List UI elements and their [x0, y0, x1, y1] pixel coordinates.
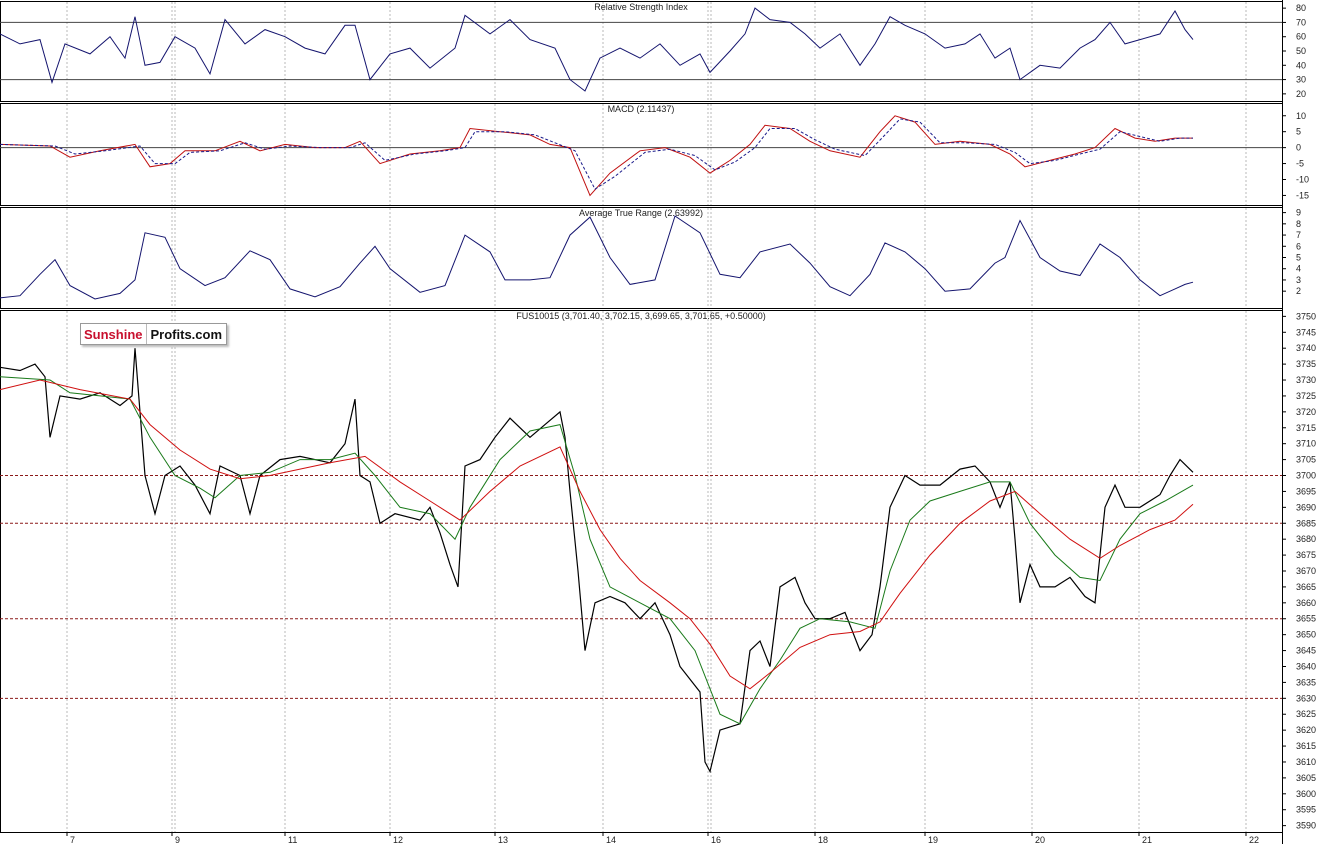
- panel-title-0: Relative Strength Index: [594, 2, 688, 12]
- y-tick-label: 3670: [1296, 566, 1316, 576]
- panel-frame-3: [0, 310, 1283, 833]
- y-tick-label: 3: [1296, 275, 1301, 285]
- x-tick-label: 12: [393, 835, 403, 844]
- y-tick-label: 60: [1296, 32, 1306, 42]
- y-tick-label: 3715: [1296, 423, 1316, 433]
- y-tick-label: 3675: [1296, 550, 1316, 560]
- x-tick-label: 9: [175, 835, 180, 844]
- y-tick-label: -15: [1296, 190, 1309, 200]
- y-tick-label: 30: [1296, 75, 1306, 85]
- y-tick-label: 3740: [1296, 343, 1316, 353]
- y-tick-label: 3635: [1296, 677, 1316, 687]
- logo-part-profits: Profits.com: [145, 324, 227, 344]
- panel-title-2: Average True Range (2.63992): [579, 208, 703, 218]
- y-tick-label: -5: [1296, 159, 1304, 169]
- y-tick-label: 10: [1296, 111, 1306, 121]
- x-tick-label: 13: [498, 835, 508, 844]
- y-tick-label: 3600: [1296, 789, 1316, 799]
- y-tick-label: 3680: [1296, 534, 1316, 544]
- y-tick-label: 3735: [1296, 359, 1316, 369]
- y-tick-label: 80: [1296, 3, 1306, 13]
- y-tick-label: 3705: [1296, 455, 1316, 465]
- y-tick-label: -10: [1296, 175, 1309, 185]
- panel-frame-2: [0, 207, 1283, 309]
- y-tick-label: 4: [1296, 264, 1301, 274]
- y-tick-label: 3665: [1296, 582, 1316, 592]
- y-tick-label: 50: [1296, 46, 1306, 56]
- y-tick-label: 3745: [1296, 327, 1316, 337]
- y-tick-label: 3690: [1296, 502, 1316, 512]
- y-tick-label: 70: [1296, 17, 1306, 27]
- y-tick-label: 3605: [1296, 773, 1316, 783]
- y-tick-label: 3620: [1296, 725, 1316, 735]
- y-tick-label: 6: [1296, 241, 1301, 251]
- y-tick-label: 3695: [1296, 486, 1316, 496]
- x-tick-label: 14: [606, 835, 616, 844]
- y-tick-label: 3640: [1296, 661, 1316, 671]
- x-tick-label: 22: [1249, 835, 1259, 844]
- x-tick-label: 16: [711, 835, 721, 844]
- y-tick-label: 3590: [1296, 821, 1316, 831]
- y-tick-label: 3625: [1296, 709, 1316, 719]
- y-tick-label: 3615: [1296, 741, 1316, 751]
- chart-svg: 203040506070801050-5-10-1598765432375037…: [0, 0, 1316, 845]
- logo-part-sunshine: Sunshine: [84, 327, 143, 342]
- panel-frame-1: [0, 103, 1283, 206]
- y-tick-label: 3685: [1296, 518, 1316, 528]
- y-tick-label: 3595: [1296, 805, 1316, 815]
- y-tick-label: 3710: [1296, 439, 1316, 449]
- y-tick-label: 5: [1296, 253, 1301, 263]
- y-tick-label: 8: [1296, 219, 1301, 229]
- y-tick-label: 20: [1296, 89, 1306, 99]
- logo: Sunshine Profits.com: [80, 323, 227, 345]
- y-tick-label: 3730: [1296, 375, 1316, 385]
- y-tick-label: 3655: [1296, 614, 1316, 624]
- x-tick-label: 19: [928, 835, 938, 844]
- y-tick-label: 3650: [1296, 630, 1316, 640]
- y-tick-label: 3750: [1296, 311, 1316, 321]
- y-tick-label: 9: [1296, 208, 1301, 218]
- y-tick-label: 3645: [1296, 646, 1316, 656]
- x-tick-label: 20: [1035, 835, 1045, 844]
- panel-title-1: MACD (2.11437): [608, 104, 675, 114]
- y-tick-label: 3610: [1296, 757, 1316, 767]
- y-tick-label: 3720: [1296, 407, 1316, 417]
- y-tick-label: 3725: [1296, 391, 1316, 401]
- y-tick-label: 5: [1296, 127, 1301, 137]
- y-tick-label: 3660: [1296, 598, 1316, 608]
- chart-area: 20 30 40 50 60 70 80 10 5 0 -5 -10 -15 9 8 7 6 5 4 3 2 3750 37…: [0, 0, 1320, 845]
- panel-title-3: FUS10015 (3,701.40, 3,702.15, 3,699.65, …: [516, 311, 765, 321]
- x-tick-label: 21: [1142, 835, 1152, 844]
- y-tick-label: 0: [1296, 143, 1301, 153]
- y-tick-label: 3700: [1296, 471, 1316, 481]
- panel-frame-0: [0, 1, 1283, 102]
- x-tick-label: 7: [70, 835, 75, 844]
- y-tick-label: 40: [1296, 60, 1306, 70]
- x-tick-label: 11: [288, 835, 297, 844]
- y-tick-label: 2: [1296, 286, 1301, 296]
- y-tick-label: 3630: [1296, 693, 1316, 703]
- x-tick-label: 18: [818, 835, 828, 844]
- y-tick-label: 7: [1296, 230, 1301, 240]
